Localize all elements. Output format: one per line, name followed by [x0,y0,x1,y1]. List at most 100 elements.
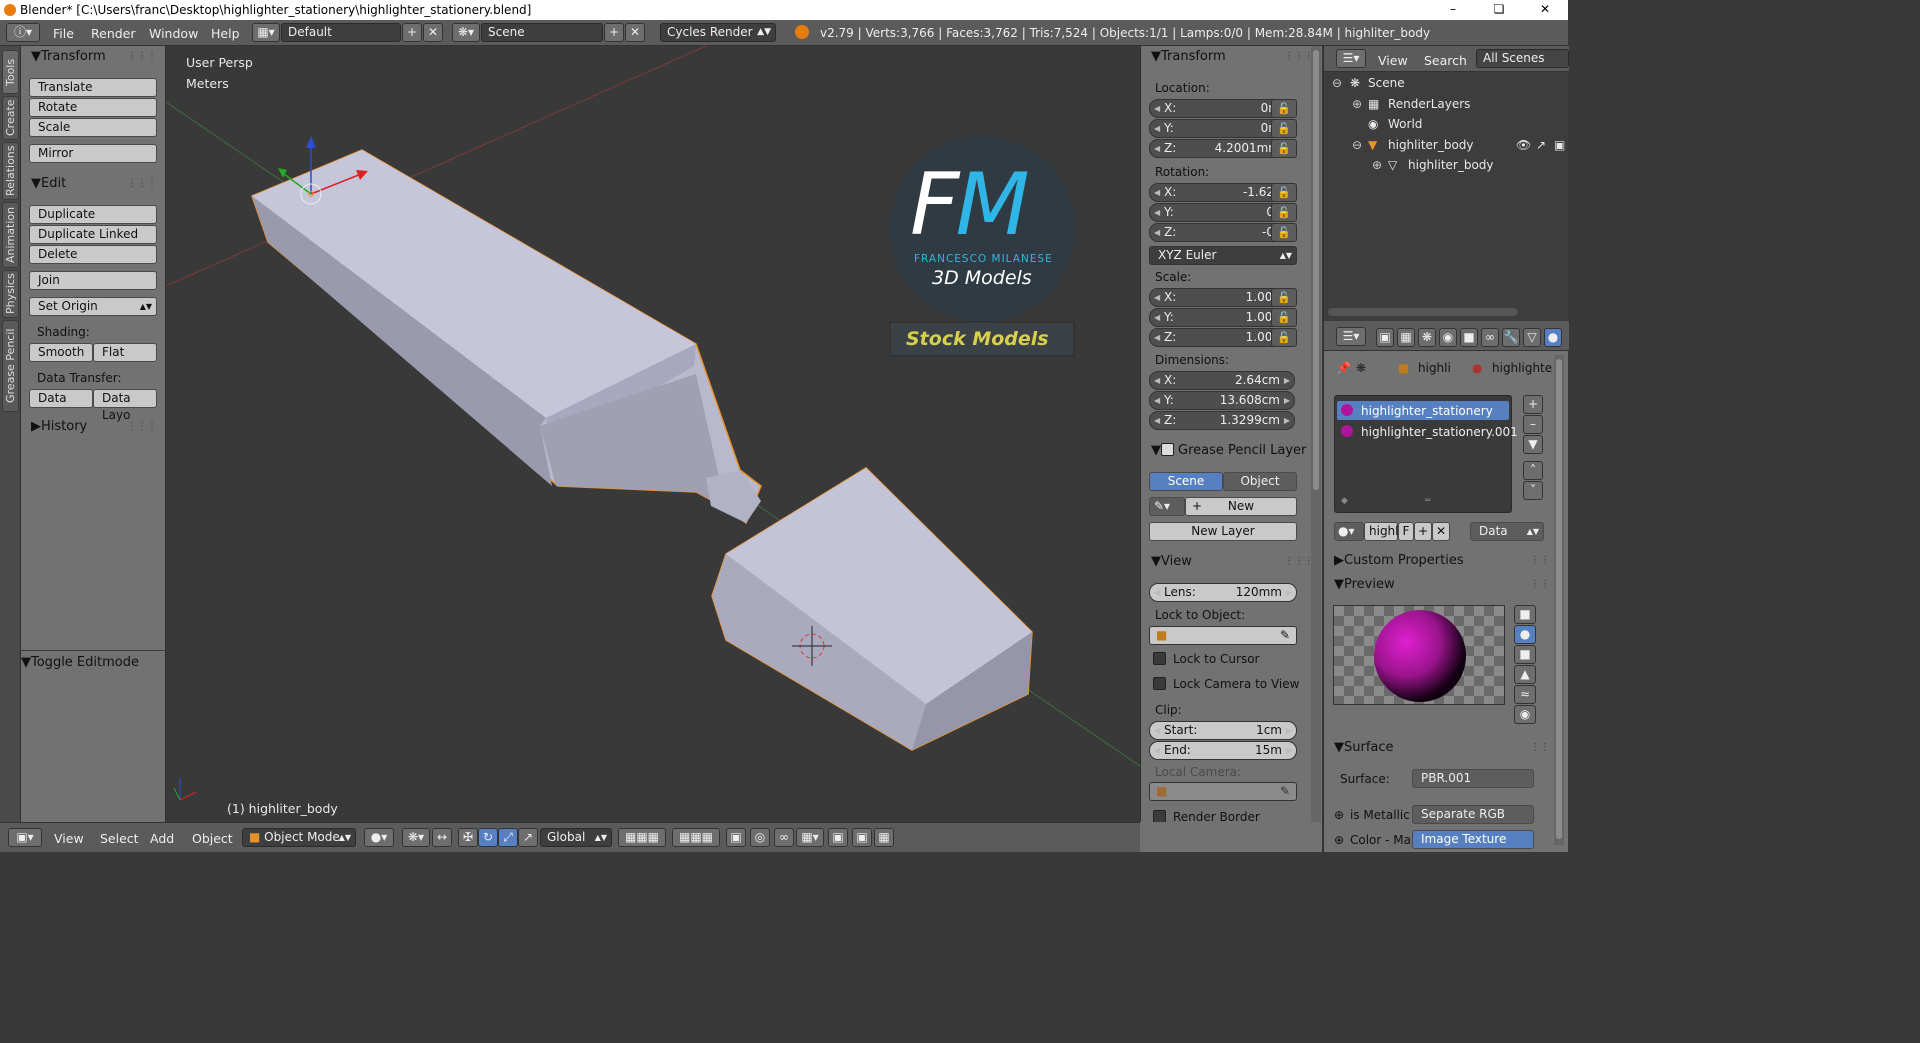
render-layers-tab-icon[interactable]: ▦ [1397,328,1415,347]
expand-icon[interactable]: ⊕ [1352,97,1362,111]
menu-object[interactable]: Object [192,831,233,846]
gp-scene-button[interactable]: Scene [1149,472,1223,491]
render-tab-icon[interactable]: ▣ [1376,328,1394,347]
editor-type-info-icon[interactable]: ⓘ▾ [6,23,40,42]
set-origin-dropdown[interactable]: Set Origin ▲▼ [29,297,157,316]
scrollbar-thumb[interactable] [1556,359,1562,839]
lock-icon[interactable]: 🔓 [1271,328,1297,347]
menu-select[interactable]: Select [100,831,139,846]
remove-slot-icon[interactable]: – [1523,415,1543,434]
lock-icon[interactable]: 🔓 [1271,183,1297,202]
menu-window[interactable]: Window [149,26,198,41]
viewport-shading-icon[interactable]: ●▾ [364,828,394,847]
transform-panel-header[interactable]: ▼Transform ⋮⋮⋮ [1141,46,1322,68]
mirror-button[interactable]: Mirror [29,144,157,163]
gp-new-layer-button[interactable]: New Layer [1149,522,1297,541]
modifiers-tab-icon[interactable]: 🔧 [1502,328,1520,347]
fake-user-button[interactable]: F [1398,522,1414,541]
menu-add[interactable]: Add [150,831,174,846]
join-button[interactable]: Join [29,271,157,290]
lock-icon[interactable]: 🔓 [1271,288,1297,307]
add-scene-icon[interactable]: + [604,23,624,42]
tab-animation[interactable]: Animation [2,202,19,268]
object-mode-select[interactable]: ■ Object Mode ▲▼ [242,828,356,847]
expand-icon[interactable]: ⊖ [1332,76,1342,90]
properties-editor-icon[interactable]: ☰▾ [1336,327,1366,346]
surface-panel-header[interactable]: ▼Surface ⋮⋮⋮ [1324,737,1568,759]
duplicate-button[interactable]: Duplicate [29,205,157,224]
material-name-field[interactable]: highli [1364,522,1402,541]
menu-file[interactable]: File [53,26,74,41]
camera-render-icon[interactable]: ▣ [1554,138,1565,152]
lock-layers-icon[interactable]: ▣ [726,828,746,847]
outliner-item-world[interactable]: World [1388,117,1422,131]
grease-pencil-layer-checkbox[interactable] [1161,443,1174,456]
preview-cube-icon[interactable]: ■ [1514,645,1536,664]
delete-button[interactable]: Delete [29,245,157,264]
rotate-manipulator-icon[interactable]: ↻ [478,828,498,847]
object-tab-icon[interactable]: ■ [1460,328,1478,347]
add-screen-icon[interactable]: + [402,23,422,42]
layers-grid-1-icon[interactable]: ▦▦▦ [618,828,666,847]
smooth-button[interactable]: Smooth [29,343,93,362]
preview-hair-icon[interactable]: ≈ [1514,685,1536,704]
new-material-icon[interactable]: + [1414,522,1432,541]
slot-specials-icon[interactable]: ▼ [1523,435,1543,454]
screen-layout-field[interactable]: Default [281,23,401,42]
flat-button[interactable]: Flat [93,343,157,362]
lock-icon[interactable]: 🔓 [1271,99,1297,118]
outliner-item-highliter-body-mesh[interactable]: highliter_body [1408,158,1494,172]
manip-mode-icon[interactable]: ↗ [518,828,538,847]
menu-view[interactable]: View [54,831,84,846]
scene-field[interactable]: Scene [481,23,603,42]
unlink-material-icon[interactable]: ✕ [1432,522,1450,541]
pivot-point-icon[interactable]: ❋▾ [402,828,430,847]
link-data-select[interactable]: Data ▲▼ [1470,522,1544,541]
list-filter-icon[interactable]: ◆ [1341,496,1348,506]
preview-monkey-icon[interactable]: ▲ [1514,665,1536,684]
translate-manipulator-icon[interactable]: ✠ [458,828,478,847]
scene-icon[interactable]: ❋▾ [452,23,480,42]
remove-screen-icon[interactable]: ✕ [423,23,443,42]
constraints-tab-icon[interactable]: ∞ [1481,328,1499,347]
dimensions-z-field[interactable]: ◀ Z: 1.3299cm ▶ [1149,411,1295,430]
gp-object-button[interactable]: Object [1223,472,1297,491]
surface-shader-select[interactable]: PBR.001 [1412,769,1534,788]
proportional-editing-icon[interactable]: ◎ [750,828,770,847]
preview-sphere-icon[interactable]: ● [1514,625,1536,644]
rotate-button[interactable]: Rotate [29,98,157,117]
preview-sky-icon[interactable]: ◉ [1514,705,1536,724]
gp-new-button[interactable]: + New [1185,497,1297,516]
all-scenes-select[interactable]: All Scenes [1476,49,1569,68]
lock-icon[interactable]: 🔓 [1271,119,1297,138]
image-texture-select[interactable]: Image Texture [1412,830,1534,849]
rotation-mode-select[interactable]: XYZ Euler ▲▼ [1149,246,1297,265]
preview-panel-header[interactable]: ▼Preview ⋮⋮⋮ [1324,574,1568,596]
render-animation-icon[interactable]: ▦ [874,828,894,847]
local-camera-field[interactable]: ■ ✎ [1149,782,1297,801]
view-panel-header[interactable]: ▼View ⋮⋮⋮ [1141,551,1322,573]
tab-tools[interactable]: Tools [2,50,19,94]
dimensions-x-field[interactable]: ◀ X: 2.64cm ▶ [1149,371,1295,390]
lock-icon[interactable]: 🔓 [1271,308,1297,327]
render-still-icon[interactable]: ▣ [852,828,872,847]
toggle-editmode-header[interactable]: ▼Toggle Editmode [11,652,155,674]
eye-icon[interactable]: 👁 [1516,138,1531,152]
separate-rgb-select[interactable]: Separate RGB [1412,805,1534,824]
scale-manipulator-icon[interactable]: ⤢ [498,828,518,847]
scene-tab-icon[interactable]: ❋ [1418,328,1436,347]
is-metallic-socket-icon[interactable]: ⊕ [1334,808,1344,822]
tab-create[interactable]: Create [2,96,19,140]
outliner-editor-icon[interactable]: ☰▾ [1336,49,1366,68]
add-slot-icon[interactable]: + [1523,395,1543,414]
minimize-icon[interactable]: – [1430,0,1476,20]
history-panel-header[interactable]: ▶History ⋮⋮⋮ [21,416,165,438]
move-up-icon[interactable]: ˄ [1523,461,1543,480]
render-engine-select[interactable]: Cycles Render ▲▼ [660,23,776,42]
data-layout-button[interactable]: Data Layo [93,389,157,422]
preview-plane-icon[interactable]: ■ [1514,605,1536,624]
menu-render[interactable]: Render [91,26,136,41]
remove-scene-icon[interactable]: ✕ [625,23,645,42]
layers-grid-2-icon[interactable]: ▦▦▦ [672,828,720,847]
color-ma-socket-icon[interactable]: ⊕ [1334,833,1344,847]
